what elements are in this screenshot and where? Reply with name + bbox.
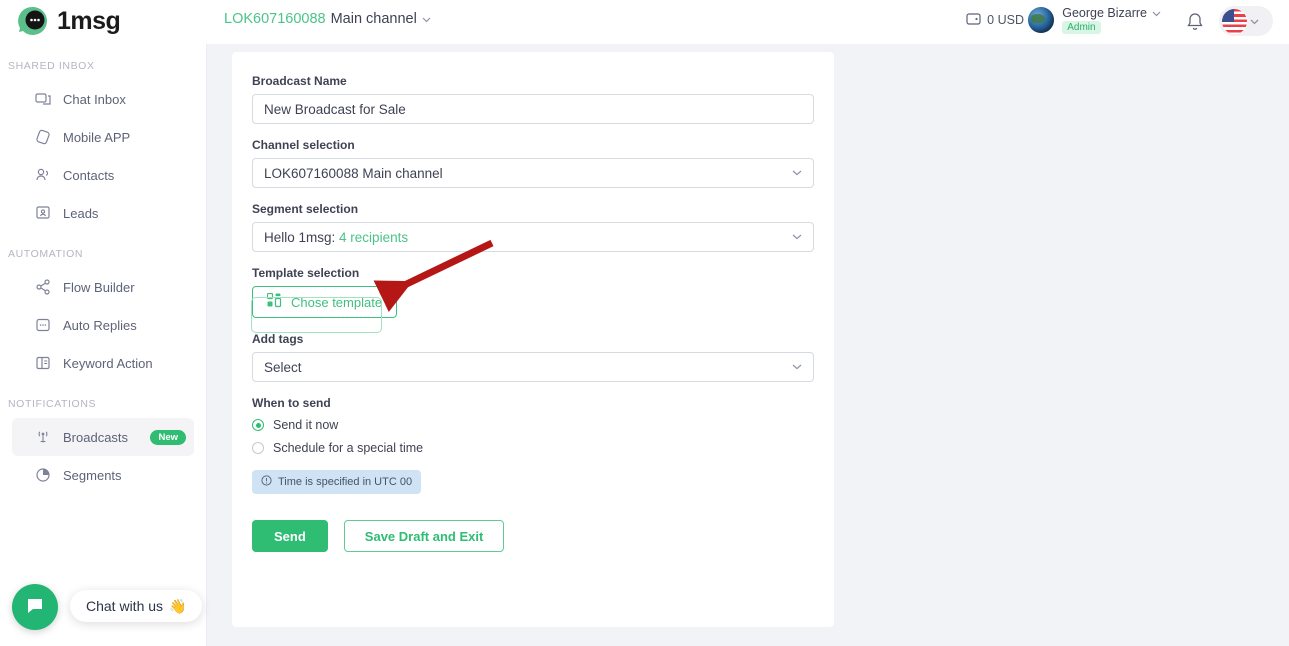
add-tags-value: Select <box>264 359 302 375</box>
chose-template-label: Chose template <box>291 294 383 310</box>
broadcast-name-input[interactable]: New Broadcast for Sale <box>252 94 814 124</box>
user-menu[interactable]: George Bizarre Admin <box>1028 6 1161 34</box>
channel-selection-select[interactable]: LOK607160088 Main channel <box>252 158 814 188</box>
keyword-action-icon <box>34 355 51 372</box>
chevron-down-icon <box>1250 12 1259 30</box>
chevron-down-icon <box>792 361 802 373</box>
sidebar-item-label: Broadcasts <box>63 429 129 445</box>
chevron-down-icon <box>1152 6 1161 20</box>
sidebar-item-label: Leads <box>63 205 99 221</box>
leads-icon <box>34 205 51 222</box>
flow-builder-icon <box>34 279 51 296</box>
sidebar-item-keyword-action[interactable]: Keyword Action <box>12 344 194 382</box>
header-channel-code: LOK607160088 <box>224 11 326 27</box>
segment-recipients-count: 4 recipients <box>339 229 409 245</box>
status-badge: New <box>150 429 186 445</box>
header-channel-name: Main channel <box>330 11 417 27</box>
add-tags-field: Add tags Select <box>252 332 814 382</box>
info-circle-icon <box>261 475 272 489</box>
sidebar-item-leads[interactable]: Leads <box>12 194 194 232</box>
radio-schedule[interactable]: Schedule for a special time <box>252 441 814 455</box>
brand-logo[interactable]: 1msg <box>16 4 121 38</box>
sidebar-section-title: AUTOMATION <box>8 248 84 260</box>
language-selector[interactable] <box>1219 6 1273 36</box>
sidebar-section-title: NOTIFICATIONS <box>8 398 97 410</box>
sidebar-item-flow-builder[interactable]: Flow Builder <box>12 268 194 306</box>
brand-name: 1msg <box>57 6 121 35</box>
earth-avatar <box>1028 7 1055 33</box>
utc-notice-label: Time is specified in UTC 00 <box>278 476 413 488</box>
wave-emoji-icon: 👋 <box>169 597 187 614</box>
sidebar-item-auto-replies[interactable]: Auto Replies <box>12 306 194 344</box>
sidebar-item-broadcasts[interactable]: Broadcasts New <box>12 418 194 456</box>
channel-selection-value: LOK607160088 Main channel <box>264 165 443 181</box>
broadcast-name-field: Broadcast Name New Broadcast for Sale <box>252 74 814 124</box>
sidebar-item-segments[interactable]: Segments <box>12 456 194 494</box>
channel-selection-label: Channel selection <box>252 138 355 152</box>
save-draft-exit-button[interactable]: Save Draft and Exit <box>343 520 505 552</box>
utc-notice: Time is specified in UTC 00 <box>252 470 422 494</box>
auto-replies-icon <box>34 317 51 334</box>
sidebar: SHARED INBOX Chat Inbox Mobile APP Conta… <box>0 44 207 646</box>
broadcast-name-label: Broadcast Name <box>252 74 347 88</box>
segment-selection-field: Segment selection Hello 1msg: 4 recipien… <box>252 202 814 252</box>
us-flag-icon <box>1222 8 1247 34</box>
form-actions: Send Save Draft and Exit <box>252 520 814 552</box>
contacts-icon <box>34 167 51 184</box>
sidebar-item-label: Auto Replies <box>63 317 137 333</box>
sidebar-item-label: Keyword Action <box>63 355 153 371</box>
chat-widget-button[interactable] <box>12 584 58 630</box>
radio-send-now[interactable]: Send it now <box>252 418 814 432</box>
chevron-down-icon <box>422 11 431 27</box>
sidebar-item-contacts[interactable]: Contacts <box>12 156 194 194</box>
user-name: George Bizarre <box>1062 6 1147 20</box>
chat-prompt-label: Chat with us <box>86 598 164 614</box>
sidebar-section-title: SHARED INBOX <box>8 60 95 72</box>
add-tags-label: Add tags <box>252 332 304 346</box>
segments-pie-icon <box>34 467 51 484</box>
wallet-icon <box>966 12 981 28</box>
app-root: 1msg LOK607160088 Main channel 0 USD Geo… <box>0 0 1289 646</box>
sidebar-item-mobile-app[interactable]: Mobile APP <box>12 118 194 156</box>
chat-widget-prompt[interactable]: Chat with us 👋 <box>70 590 203 622</box>
chat-inbox-icon <box>34 91 51 108</box>
segment-selection-label: Segment selection <box>252 202 359 216</box>
broadcast-tower-icon <box>34 429 51 446</box>
sidebar-item-label: Mobile APP <box>63 129 131 145</box>
chose-template-button[interactable]: Chose template <box>252 286 398 318</box>
notifications-bell-button[interactable] <box>1186 12 1204 36</box>
mobile-app-icon <box>34 129 51 146</box>
wallet-amount: 0 USD <box>987 13 1024 27</box>
radio-schedule-label: Schedule for a special time <box>273 441 424 455</box>
sidebar-item-chat-inbox[interactable]: Chat Inbox <box>12 80 194 118</box>
broadcast-form-card: Broadcast Name New Broadcast for Sale Ch… <box>232 52 834 627</box>
user-role-badge: Admin <box>1062 21 1101 34</box>
top-bar: 1msg LOK607160088 Main channel 0 USD Geo… <box>0 0 1289 44</box>
add-tags-select[interactable]: Select <box>252 352 814 382</box>
header-channel-selector[interactable]: LOK607160088 Main channel <box>224 11 431 27</box>
sidebar-item-label: Segments <box>63 467 122 483</box>
chat-bubble-logo-icon <box>16 4 50 38</box>
segment-selection-select[interactable]: Hello 1msg: 4 recipients <box>252 222 814 252</box>
when-to-send-label: When to send <box>252 396 331 410</box>
send-button[interactable]: Send <box>252 520 328 552</box>
segment-selection-value: Hello 1msg: <box>264 229 336 245</box>
chat-bubble-icon <box>24 594 46 621</box>
template-selection-field: Template selection Chose template <box>252 266 814 318</box>
radio-schedule-input[interactable] <box>252 442 264 454</box>
sidebar-item-label: Chat Inbox <box>63 91 126 107</box>
chevron-down-icon <box>792 167 802 179</box>
grid-template-icon <box>266 292 282 311</box>
wallet-balance[interactable]: 0 USD <box>966 12 1024 28</box>
template-selection-label: Template selection <box>252 266 360 280</box>
radio-send-now-label: Send it now <box>273 418 339 432</box>
sidebar-item-label: Contacts <box>63 167 115 183</box>
chevron-down-icon <box>792 231 802 243</box>
sidebar-item-label: Flow Builder <box>63 279 135 295</box>
main-content: Broadcast Name New Broadcast for Sale Ch… <box>207 44 1289 646</box>
radio-send-now-input[interactable] <box>252 419 264 431</box>
channel-selection-field: Channel selection LOK607160088 Main chan… <box>252 138 814 188</box>
broadcast-form: Broadcast Name New Broadcast for Sale Ch… <box>252 74 814 552</box>
when-to-send-group: When to send Send it now Schedule for a … <box>252 396 814 494</box>
